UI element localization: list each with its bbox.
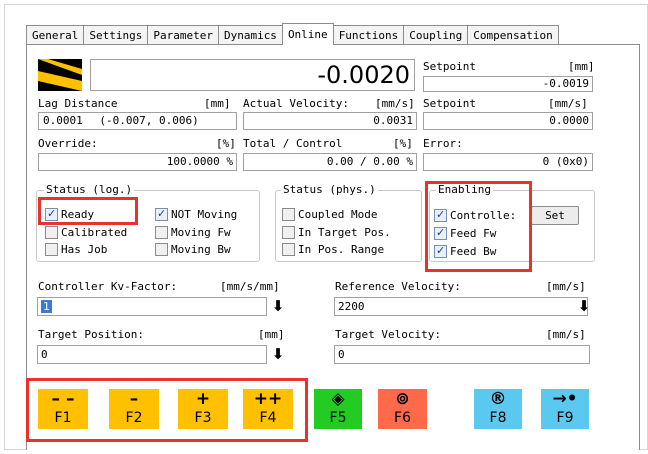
has-job-label: Has Job — [61, 242, 108, 256]
setpoint-velocity-unit: [mm/s] — [548, 97, 588, 110]
checkbox-unchecked-icon — [155, 242, 168, 256]
f6-label: F6 — [394, 410, 411, 426]
override-value: 100.0000 % — [38, 153, 237, 171]
tab-settings[interactable]: Settings — [83, 25, 149, 45]
tab-bar: General Settings Parameter Dynamics Onli… — [26, 23, 559, 45]
checkbox-unchecked-icon — [45, 225, 58, 239]
calibrated-label: Calibrated — [61, 225, 128, 239]
setpoint-position-value: -0.0019 — [423, 76, 593, 92]
lag-distance-unit: [mm] — [204, 97, 231, 110]
tab-general[interactable]: General — [26, 25, 85, 45]
error-value: 0 (0x0) — [423, 153, 593, 171]
not-moving-checkbox[interactable]: NOT Moving — [155, 206, 237, 222]
lag-distance-box: 0.0001 (-0.007, 0.006) — [38, 112, 237, 130]
checkbox-unchecked-icon — [282, 242, 295, 256]
actual-position-display: -0.0020 — [90, 59, 415, 91]
ready-highlight-annotation — [38, 197, 138, 225]
has-job-checkbox[interactable]: Has Job — [45, 241, 107, 257]
tab-online[interactable]: Online — [281, 23, 334, 45]
move-to-target-icon: →• — [552, 389, 578, 409]
kv-factor-value: 1 — [41, 300, 52, 313]
target-position-unit: [mm] — [258, 328, 285, 341]
f6-stop-button[interactable]: ⊚ F6 — [378, 389, 427, 429]
tab-coupling[interactable]: Coupling — [403, 25, 469, 45]
tab-parameter[interactable]: Parameter — [147, 25, 219, 45]
lag-distance-range: (-0.007, 0.006) — [99, 114, 199, 127]
f5-label: F5 — [329, 410, 347, 426]
target-velocity-input[interactable]: 0 — [334, 345, 590, 364]
total-control-label: Total / Control — [243, 137, 343, 150]
target-position-input[interactable]: 0 — [37, 345, 267, 364]
axis-state-icon — [38, 59, 82, 91]
actual-velocity-label: Actual Velocity: — [243, 97, 349, 110]
override-unit: [%] — [216, 137, 236, 150]
kv-factor-apply-arrow-icon[interactable]: ⬇ — [271, 297, 285, 316]
ref-velocity-unit: [mm/s] — [546, 280, 586, 293]
enabling-highlight-annotation — [425, 181, 532, 272]
target-velocity-label: Target Velocity: — [335, 328, 441, 341]
tab-compensation[interactable]: Compensation — [467, 25, 559, 45]
target-position-apply-arrow-icon[interactable]: ⬇ — [271, 345, 285, 364]
tab-dynamics[interactable]: Dynamics — [217, 25, 283, 45]
actual-velocity-unit: [mm/s] — [375, 97, 415, 110]
checkbox-unchecked-icon — [45, 242, 58, 256]
moving-fw-label: Moving Fw — [171, 225, 231, 239]
calibrated-checkbox[interactable]: Calibrated — [45, 224, 127, 240]
moving-bw-checkbox[interactable]: Moving Bw — [155, 241, 231, 257]
target-position-label: Target Position: — [38, 328, 144, 341]
set-enabling-button[interactable]: Set — [531, 206, 579, 225]
jog-keys-highlight-annotation — [26, 378, 308, 442]
coupled-mode-label: Coupled Mode — [298, 207, 378, 221]
enable-diamond-icon: ◈ — [331, 389, 345, 409]
coupled-mode-checkbox[interactable]: Coupled Mode — [282, 206, 377, 222]
actual-position-value: -0.0020 — [317, 61, 410, 89]
f8-label: F8 — [489, 410, 507, 426]
not-moving-label: NOT Moving — [171, 207, 238, 221]
kv-factor-label: Controller Kv-Factor: — [38, 280, 178, 293]
status-phys-title: Status (phys.) — [281, 183, 378, 196]
stop-icon: ⊚ — [395, 389, 410, 409]
actual-velocity-value: 0.0031 — [243, 112, 417, 130]
checkbox-unchecked-icon — [282, 225, 295, 239]
in-pos-range-label: In Pos. Range — [298, 242, 385, 256]
tab-functions[interactable]: Functions — [332, 25, 405, 45]
ref-velocity-input[interactable]: 2200 — [334, 297, 588, 316]
f8-reset-button[interactable]: ® F8 — [474, 389, 522, 429]
in-pos-range-checkbox[interactable]: In Pos. Range — [282, 241, 384, 257]
moving-fw-checkbox[interactable]: Moving Fw — [155, 224, 231, 240]
error-label: Error: — [423, 137, 463, 150]
setpoint-position-label: Setpoint — [423, 60, 476, 73]
total-control-unit: [%] — [393, 137, 413, 150]
lag-distance-label: Lag Distance — [38, 97, 118, 110]
kv-factor-input[interactable]: 1 — [37, 297, 267, 316]
in-target-pos-checkbox[interactable]: In Target Pos. — [282, 224, 391, 240]
target-velocity-unit: [mm/s] — [546, 328, 586, 341]
override-label: Override: — [38, 137, 98, 150]
checkbox-unchecked-icon — [155, 225, 168, 239]
setpoint-velocity-value: 0.0000 — [423, 112, 593, 130]
checkbox-checked-icon — [155, 207, 168, 221]
total-control-value: 0.00 / 0.00 % — [243, 153, 417, 171]
ref-velocity-label: Reference Velocity: — [335, 280, 461, 293]
status-log-title: Status (log.) — [44, 183, 135, 196]
ref-velocity-apply-arrow-icon[interactable]: ⬇ — [577, 297, 591, 316]
setpoint-position-unit: [mm] — [568, 60, 595, 73]
kv-factor-unit: [mm/s/mm] — [220, 280, 280, 293]
setpoint-velocity-label: Setpoint — [423, 97, 476, 110]
checkbox-unchecked-icon — [282, 207, 295, 221]
moving-bw-label: Moving Bw — [171, 242, 231, 256]
f9-label: F9 — [556, 410, 574, 426]
in-target-pos-label: In Target Pos. — [298, 225, 391, 239]
reset-r-icon: ® — [489, 389, 507, 409]
f5-enable-button[interactable]: ◈ F5 — [314, 389, 362, 429]
lag-distance-value: 0.0001 — [43, 114, 83, 127]
f9-start-button[interactable]: →• F9 — [541, 389, 589, 429]
